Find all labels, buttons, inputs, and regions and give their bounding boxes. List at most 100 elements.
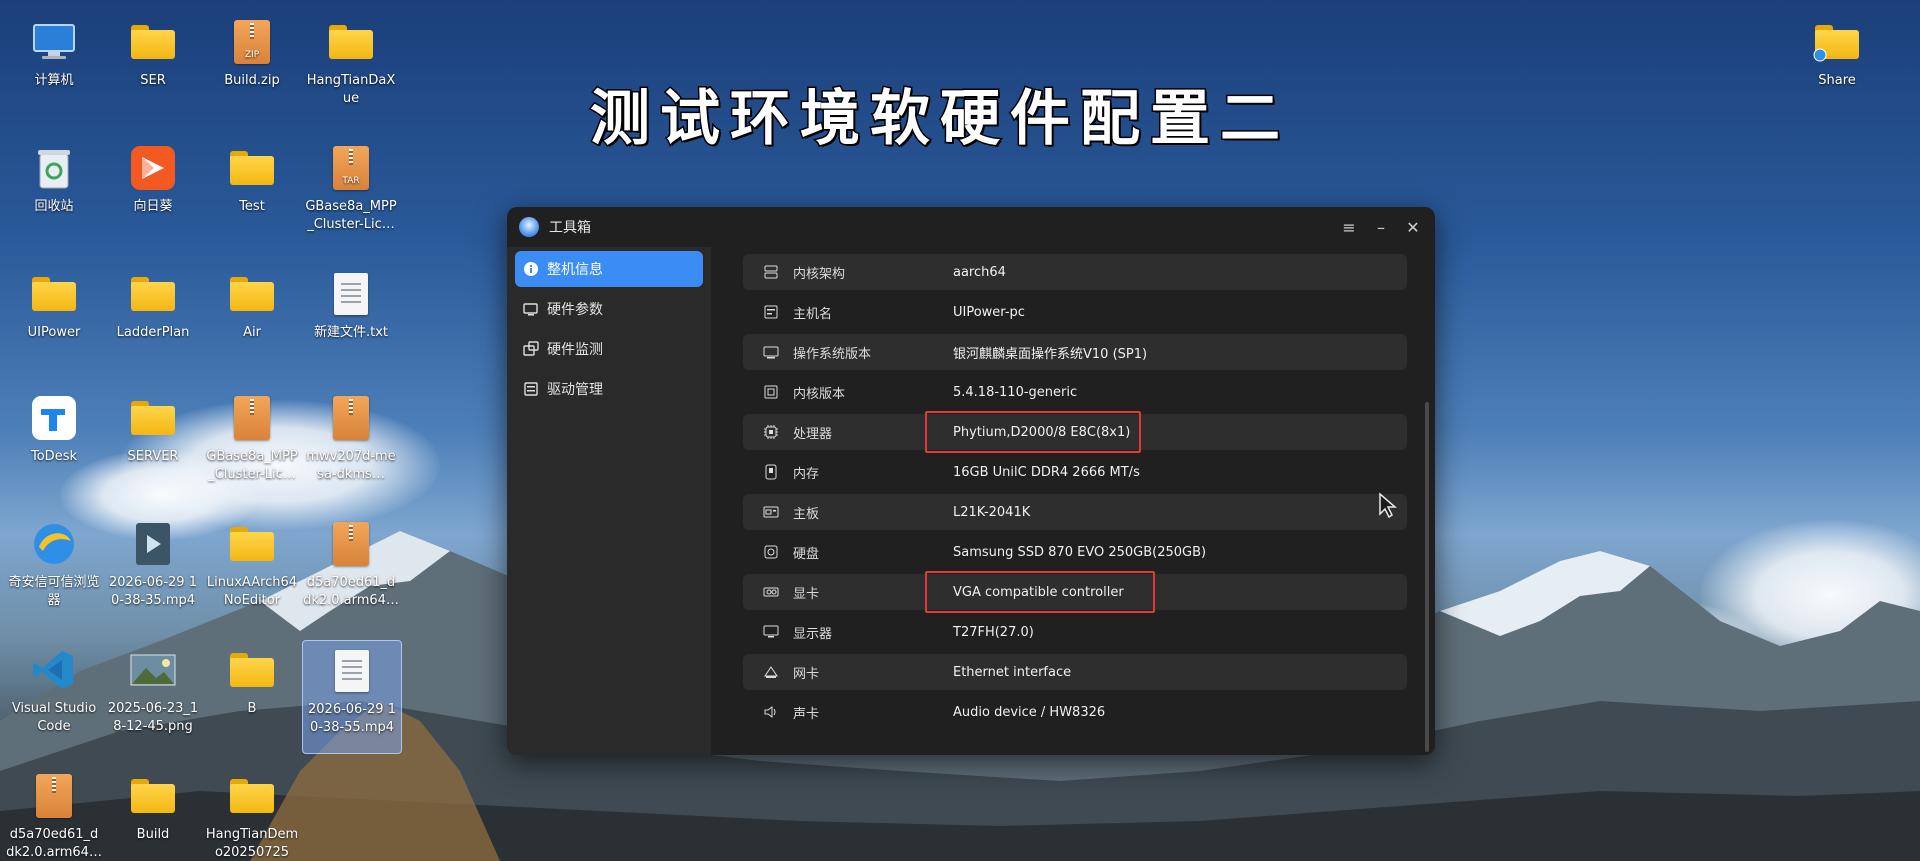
architecture-icon (761, 263, 781, 281)
sidebar-item-label: 硬件参数 (547, 302, 603, 318)
video-file-icon (129, 520, 177, 568)
minimize-button[interactable]: – (1367, 213, 1395, 241)
desktop-icon-label: LadderPlan (116, 325, 190, 340)
hostname-icon (761, 303, 781, 321)
desktop-icon-air[interactable]: Air (203, 270, 301, 342)
desktop-icon-label: Visual Studio Code (11, 701, 97, 734)
folder-icon (228, 646, 276, 694)
desktop-icon-ladderplan[interactable]: LadderPlan (104, 270, 202, 342)
desktop-icon-hangtiandaxue[interactable]: HangTianDaXue (302, 18, 400, 108)
folder-icon (129, 394, 177, 442)
desktop-icon-label: d5a70ed61_ddk2.0.arm64… (6, 827, 102, 860)
desktop-icon-browser[interactable]: 奇安信可信浏览器 (5, 520, 103, 610)
browser-icon (30, 520, 78, 568)
desktop-icon-label: LinuxAArch64NoEditor (206, 575, 298, 608)
desktop-icon-computer[interactable]: 计算机 (5, 18, 103, 90)
desktop-icon-label: 新建文件.txt (313, 325, 389, 340)
info-row-os-version: 操作系统版本 银河麒麟桌面操作系统V10 (SP1) (743, 334, 1407, 370)
sidebar-item-label: 硬件监测 (547, 342, 603, 358)
desktop-icon-build[interactable]: Build (104, 772, 202, 844)
info-value: 5.4.18-110-generic (953, 384, 1078, 400)
desktop-icon-ddk[interactable]: d5a70ed61_ddk2.0.arm64… (302, 520, 400, 610)
menu-button[interactable]: ≡ (1335, 213, 1363, 241)
desktop-icon-image[interactable]: 2025-06-23_18-12-45.png (104, 646, 202, 736)
info-value: UIPower-pc (953, 304, 1025, 320)
desktop-icon-label: GBase8a_MPP_Cluster-Lic… (305, 199, 397, 232)
info-row-hostname: 主机名 UIPower-pc (743, 294, 1407, 330)
close-button[interactable]: ✕ (1399, 213, 1427, 241)
os-icon (761, 343, 781, 361)
window-titlebar[interactable]: 工具箱 ≡ – ✕ (507, 207, 1435, 247)
folder-icon (228, 144, 276, 192)
desktop-icon-test[interactable]: Test (203, 144, 301, 216)
window-controls: ≡ – ✕ (1335, 213, 1427, 241)
package-icon (228, 394, 276, 442)
shared-folder-icon (1813, 18, 1861, 66)
home-folder-icon (30, 270, 78, 318)
desktop-icon-selected-file[interactable]: 2026-06-29 10-38-55.mp4 (302, 640, 402, 754)
info-row-architecture: 内核架构 aarch64 (743, 254, 1407, 290)
desktop-icon-label: Test (239, 199, 265, 214)
toolbox-window: 工具箱 ≡ – ✕ 整机信息 硬件参数 硬件监测 驱动管理 内核架构 aarch… (507, 207, 1435, 755)
text-file-icon (328, 647, 376, 695)
desktop-icon-b[interactable]: B (203, 646, 301, 718)
text-file-icon (327, 270, 375, 318)
scrollbar[interactable] (1425, 402, 1429, 752)
desktop-icon-server[interactable]: SERVER (104, 394, 202, 466)
desktop-icon-video[interactable]: 2026-06-29 10-38-35.mp4 (104, 520, 202, 610)
desktop-icon-txt[interactable]: 新建文件.txt (302, 270, 400, 342)
desktop-icon-share[interactable]: Share (1788, 18, 1886, 90)
network-icon (761, 663, 781, 681)
info-label: 主板 (793, 506, 820, 522)
info-label: 声卡 (793, 706, 820, 722)
gpu-icon (761, 583, 781, 601)
folder-icon (228, 772, 276, 820)
monitor-check-icon (523, 341, 539, 357)
info-value: 16GB UnilC DDR4 2666 MT/s (953, 464, 1140, 480)
desktop-icon-uipower[interactable]: UIPower (5, 270, 103, 342)
package-icon (30, 772, 78, 820)
info-label: 主机名 (793, 306, 833, 322)
desktop-icon-label: SERVER (127, 449, 179, 464)
desktop-icon-mwv207d[interactable]: mwv207d-mesa-dkms… (302, 394, 400, 484)
sidebar-item-system-info[interactable]: 整机信息 (515, 251, 703, 287)
info-value: aarch64 (953, 264, 1006, 280)
desktop-icon-label: mwv207d-mesa-dkms… (306, 449, 396, 482)
info-value: Ethernet interface (953, 664, 1072, 680)
info-label: 网卡 (793, 666, 820, 682)
folder-icon (129, 18, 177, 66)
desktop-icon-sunlogin[interactable]: 向日葵 (104, 144, 202, 216)
memory-icon (761, 463, 781, 481)
desktop-icon-vscode[interactable]: Visual Studio Code (5, 646, 103, 736)
desktop-icon-label: 回收站 (34, 199, 74, 214)
desktop-icon-build-zip[interactable]: ZIP Build.zip (203, 18, 301, 90)
zip-file-icon: ZIP (228, 18, 276, 66)
package-icon (327, 394, 375, 442)
desktop-icon-gbase-package[interactable]: GBase8a_MPP_Cluster-Lic… (203, 394, 301, 484)
todesk-icon (30, 394, 78, 442)
package-icon (327, 520, 375, 568)
sidebar-item-hardware-params[interactable]: 硬件参数 (515, 291, 703, 327)
desktop-icon-trash[interactable]: 回收站 (5, 144, 103, 216)
tar-file-icon: TAR (327, 144, 375, 192)
desktop-icon-linuxaarch64[interactable]: LinuxAArch64NoEditor (203, 520, 301, 610)
desktop-icon-label: 奇安信可信浏览器 (8, 575, 100, 608)
desktop-icon-gbase-tar[interactable]: TAR GBase8a_MPP_Cluster-Lic… (302, 144, 400, 234)
desktop-icon-todesk[interactable]: ToDesk (5, 394, 103, 466)
sound-icon (761, 703, 781, 721)
desktop-icon-hangtiandemo[interactable]: HangTianDemo20250725 (203, 772, 301, 861)
info-label: 内核架构 (793, 266, 846, 282)
info-label: 显示器 (793, 626, 833, 642)
sidebar-item-hardware-monitor[interactable]: 硬件监测 (515, 331, 703, 367)
desktop-icon-package[interactable]: d5a70ed61_ddk2.0.arm64… (5, 772, 103, 861)
sidebar-item-label: 驱动管理 (547, 382, 603, 398)
desktop-icon-label: B (247, 701, 257, 716)
sidebar-item-driver-management[interactable]: 驱动管理 (515, 371, 703, 407)
desktop-icon-ser[interactable]: SER (104, 18, 202, 90)
desktop-icon-label: ToDesk (31, 449, 77, 464)
info-row-sound: 声卡 Audio device / HW8326 (743, 694, 1407, 730)
info-row-disk: 硬盘 Samsung SSD 870 EVO 250GB(250GB) (743, 534, 1407, 570)
cpu-highlight-box (925, 411, 1141, 453)
vscode-icon (30, 646, 78, 694)
folder-icon (228, 520, 276, 568)
